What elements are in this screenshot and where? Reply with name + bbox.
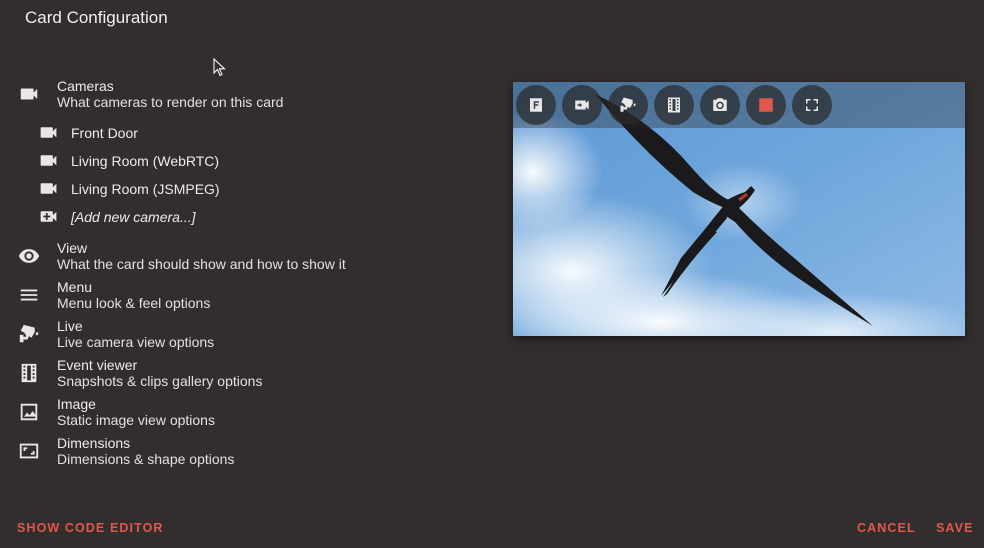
cancel-button[interactable]: CANCEL <box>857 521 916 535</box>
camera-label: Front Door <box>71 124 138 141</box>
card-preview[interactable] <box>513 82 965 336</box>
clips-button[interactable] <box>654 85 694 125</box>
section-cameras[interactable]: Cameras What cameras to render on this c… <box>0 78 283 110</box>
section-description: Static image view options <box>57 412 215 428</box>
fullscreen-icon <box>806 99 818 111</box>
section-description: What the card should show and how to sho… <box>57 256 346 272</box>
section-image[interactable]: Image Static image view options <box>0 396 215 428</box>
live-button[interactable] <box>608 85 648 125</box>
section-label: Event viewer <box>57 357 138 373</box>
camera-switch-button[interactable] <box>562 85 602 125</box>
add-camera-label: [Add new camera...] <box>71 208 196 225</box>
video-icon <box>40 155 57 166</box>
frigate-logo-icon <box>530 98 542 112</box>
section-menu[interactable]: Menu Menu look & feel options <box>0 279 210 311</box>
section-live[interactable]: Live Live camera view options <box>0 318 214 350</box>
show-code-editor-button[interactable]: SHOW CODE EDITOR <box>17 521 164 535</box>
preview-menu-bar <box>513 82 965 128</box>
section-description: What cameras to render on this card <box>57 94 284 110</box>
video-plus-icon <box>40 211 57 222</box>
camera-label: Living Room (WebRTC) <box>71 152 220 169</box>
aspect-ratio-icon <box>0 440 57 462</box>
frigate-logo-button[interactable] <box>516 85 556 125</box>
add-camera-item[interactable]: [Add new camera...] <box>38 206 196 227</box>
section-description: Dimensions & shape options <box>57 451 235 467</box>
camera-item-front-door[interactable]: Front Door <box>38 122 138 143</box>
snapshots-button[interactable] <box>700 85 740 125</box>
camera-label: Living Room (JSMPEG) <box>71 180 220 197</box>
section-label: Dimensions <box>57 435 131 451</box>
eye-icon <box>0 245 57 267</box>
image-button[interactable] <box>746 85 786 125</box>
section-dimensions[interactable]: Dimensions Dimensions & shape options <box>0 435 234 467</box>
mouse-cursor-icon <box>213 58 226 77</box>
camera-switch-icon <box>575 100 589 110</box>
video-icon <box>40 127 57 138</box>
camera-icon <box>713 98 727 111</box>
image-icon <box>0 401 57 423</box>
save-button[interactable]: SAVE <box>936 521 974 535</box>
section-label: Cameras <box>57 78 114 94</box>
menu-icon <box>0 284 57 306</box>
section-label: Live <box>57 318 83 334</box>
section-event-viewer[interactable]: Event viewer Snapshots & clips gallery o… <box>0 357 262 389</box>
section-label: Menu <box>57 279 93 295</box>
image-icon <box>759 98 773 112</box>
video-icon <box>40 183 57 194</box>
fullscreen-button[interactable] <box>792 85 832 125</box>
cctv-icon <box>620 97 636 112</box>
section-description: Snapshots & clips gallery options <box>57 373 263 389</box>
video-icon <box>0 83 57 105</box>
dialog-title: Card Configuration <box>25 8 168 27</box>
section-description: Live camera view options <box>57 334 215 350</box>
filmstrip-icon <box>0 362 57 384</box>
section-label: View <box>57 240 88 256</box>
section-description: Menu look & feel options <box>57 295 211 311</box>
section-view[interactable]: View What the card should show and how t… <box>0 240 346 272</box>
camera-item-living-room-jsmpeg[interactable]: Living Room (JSMPEG) <box>38 178 220 199</box>
camera-item-living-room-webrtc[interactable]: Living Room (WebRTC) <box>38 150 219 171</box>
filmstrip-icon <box>668 97 680 113</box>
section-label: Image <box>57 396 96 412</box>
cctv-icon <box>0 323 57 345</box>
